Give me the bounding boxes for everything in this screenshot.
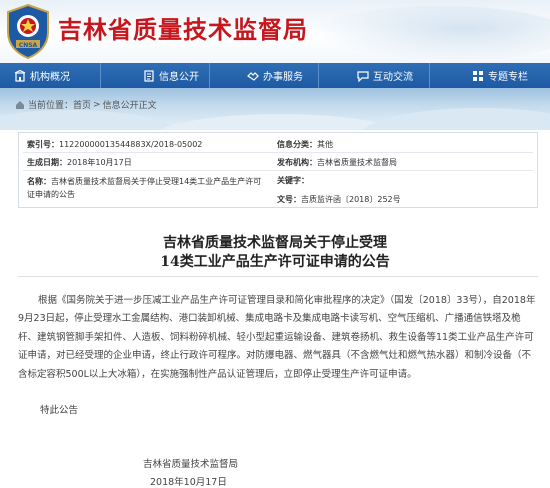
breadcrumb: 当前位置： 首页 > 信息公开正文: [15, 98, 157, 111]
breadcrumb-prefix: 当前位置：: [28, 101, 74, 111]
breadcrumb-current: 信息公开正文: [102, 101, 157, 111]
nav-item-info[interactable]: 信息公开: [101, 63, 209, 88]
nav-label: 机构概况: [30, 72, 70, 83]
org-label: 发布机构：: [277, 158, 317, 167]
chat-icon: [357, 70, 369, 82]
name-value: 吉林省质量技术监督局关于停止受理14类工业产品生产许可证申请的公告: [27, 177, 262, 199]
signature-org: 吉林省质量技术监督局: [143, 459, 239, 470]
keyword-row: 关键字：: [277, 175, 309, 186]
title-divider: [18, 276, 538, 277]
breadcrumb-home-link[interactable]: 首页: [73, 98, 91, 111]
signature-date: 2018年10月17日: [150, 477, 227, 488]
article-body: 根据《国务院关于进一步压减工业产品生产许可证管理目录和简化审批程序的决定》（国发…: [18, 295, 536, 380]
category-value: 其他: [317, 140, 333, 149]
nav-item-org[interactable]: 机构概况: [0, 63, 100, 88]
handshake-icon: [247, 71, 259, 81]
category-label: 信息分类：: [277, 140, 317, 149]
nav-item-service[interactable]: 办事服务: [210, 63, 318, 88]
row-divider: [23, 170, 533, 171]
date-row: 生成日期：2018年10月17日: [27, 157, 132, 168]
index-label: 索引号：: [27, 140, 59, 149]
home-icon: [16, 100, 24, 109]
index-value: 11220000013544883X/2018-05002: [59, 140, 203, 149]
org-row: 发布机构：吉林省质量技术监督局: [277, 157, 397, 168]
main-nav: 机构概况 信息公开 办事服务 互动交流 专题专栏: [0, 63, 550, 88]
article-closing: 特此公告: [40, 405, 79, 416]
svg-text:CNSA: CNSA: [19, 42, 38, 49]
nav-label: 互动交流: [373, 72, 413, 83]
emblem-icon[interactable]: CNSA: [3, 2, 53, 60]
index-number-row: 索引号：11220000013544883X/2018-05002: [27, 139, 202, 150]
date-label: 生成日期：: [27, 158, 67, 167]
site-title[interactable]: 吉林省质量技术监督局: [58, 10, 308, 45]
document-icon: [144, 69, 154, 82]
banner-hill: [0, 110, 180, 130]
name-row: 名称：吉林省质量技术监督局关于停止受理14类工业产品生产许可证申请的公告: [27, 175, 267, 201]
nav-item-topics[interactable]: 专题专栏: [430, 63, 550, 88]
docno-value: 吉质监许函〔2018〕252号: [301, 195, 401, 204]
grid-icon: [473, 70, 483, 81]
row-divider: [23, 152, 533, 153]
banner-hill: [360, 108, 550, 130]
org-value: 吉林省质量技术监督局: [317, 158, 397, 167]
breadcrumb-separator: >: [93, 99, 101, 110]
info-metadata-box: 索引号：11220000013544883X/2018-05002 信息分类：其…: [18, 132, 538, 208]
date-value: 2018年10月17日: [67, 158, 132, 167]
article-title-line-2: 14类工业产品生产许可证申请的公告: [160, 254, 390, 270]
nav-label: 专题专栏: [488, 72, 528, 83]
category-row: 信息分类：其他: [277, 139, 333, 150]
header-decoration: [310, 6, 550, 62]
site-header: CNSA 吉林省质量技术监督局: [0, 0, 550, 63]
name-label: 名称：: [27, 177, 51, 186]
keyword-label: 关键字：: [277, 176, 309, 185]
docno-label: 文号：: [277, 195, 301, 204]
nav-label: 办事服务: [263, 72, 303, 83]
docno-row: 文号：吉质监许函〔2018〕252号: [277, 194, 401, 205]
nav-item-interaction[interactable]: 互动交流: [319, 63, 429, 88]
article-title-line-1: 吉林省质量技术监督局关于停止受理: [163, 235, 387, 251]
building-icon: [14, 69, 26, 82]
nav-label: 信息公开: [159, 72, 199, 83]
